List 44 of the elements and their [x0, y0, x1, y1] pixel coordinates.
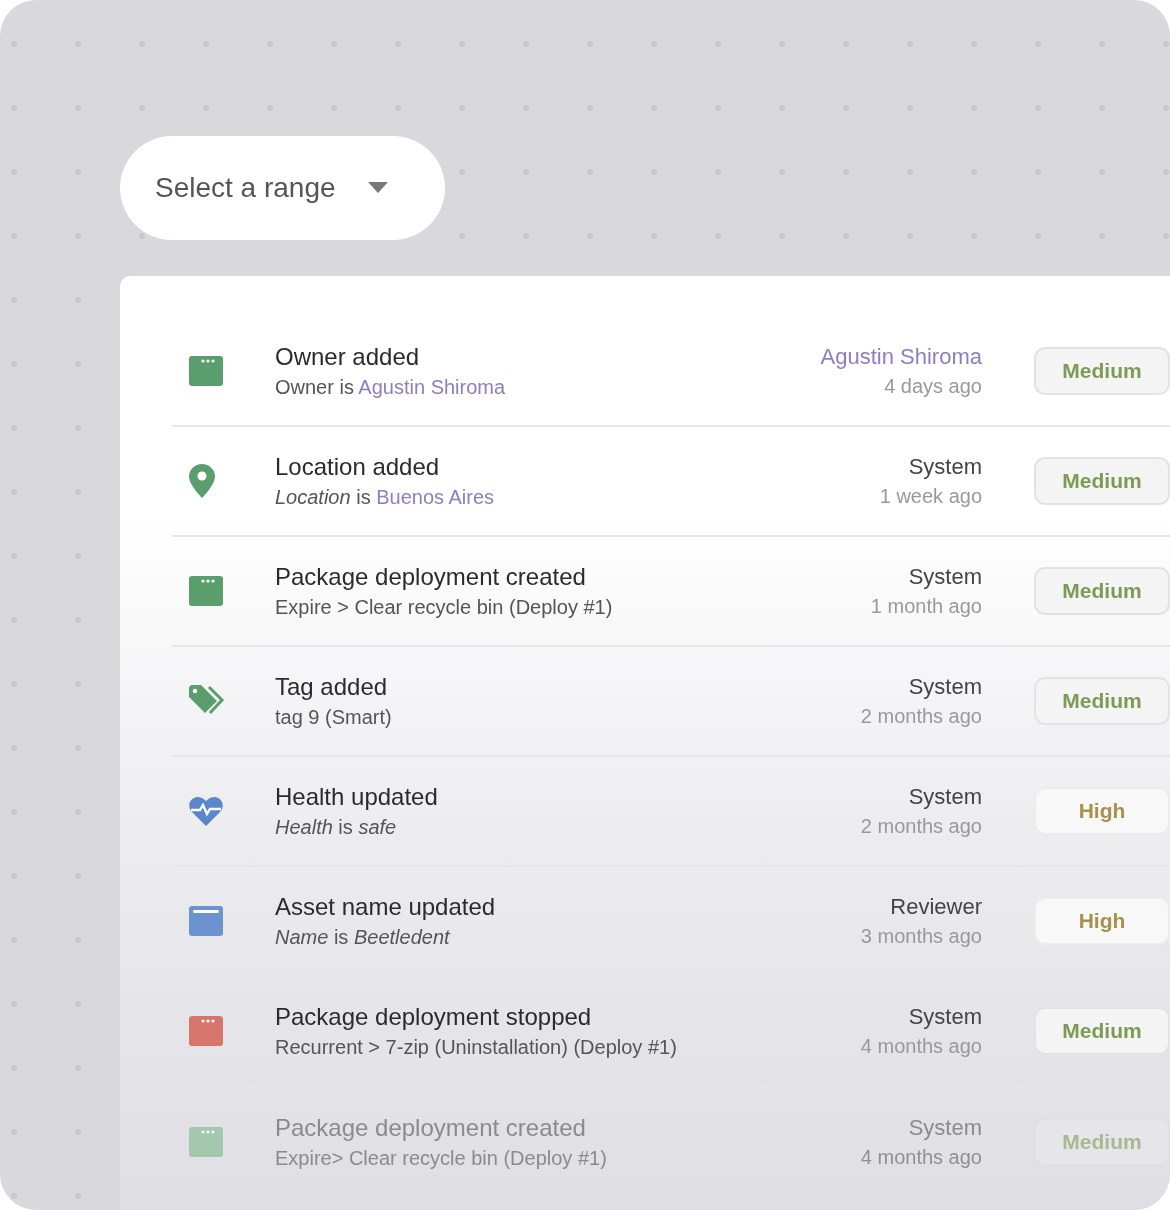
event-detail: Recurrent > 7-zip (Uninstallation) (Deploy #1) [275, 1035, 678, 1060]
priority-badge: Medium [1034, 1007, 1170, 1055]
priority-badge: Medium [1034, 347, 1170, 395]
priority-badge: Medium [1034, 567, 1170, 615]
priority-badge: High [1034, 787, 1170, 835]
priority-badge: Medium [1034, 457, 1170, 505]
event-time: 4 days ago [884, 374, 982, 399]
actor-link[interactable]: Agustin Shiroma [820, 343, 982, 371]
actor-name: System [908, 1003, 982, 1031]
actor-name: Reviewer [890, 893, 982, 921]
event-time: 4 months ago [860, 1145, 982, 1170]
event-title: Owner added [275, 342, 421, 372]
actor-name: System [908, 783, 982, 811]
actor-name: System [908, 1114, 982, 1142]
event-title: Package deployment created [275, 562, 587, 592]
actor-name: System [908, 563, 982, 591]
event-time: 1 month ago [870, 594, 982, 619]
event-detail: Expire > Clear recycle bin (Deploy #1) [275, 595, 614, 620]
event-time: 2 months ago [860, 704, 982, 729]
priority-badge: Medium [1034, 677, 1170, 725]
event-detail: tag 9 (Smart) [275, 705, 393, 730]
actor-name: System [908, 453, 982, 481]
event-time: 4 months ago [860, 1034, 982, 1059]
detail-link[interactable]: Agustin Shiroma [358, 376, 506, 398]
event-time: 2 months ago [860, 814, 982, 839]
event-detail: Location is Buenos Aires [275, 485, 496, 510]
event-detail: Owner is Agustin Shiroma [275, 375, 507, 400]
caret-icon [367, 182, 388, 194]
event-time: 3 months ago [860, 924, 982, 949]
event-title: Tag added [275, 672, 389, 702]
event-title: Asset name updated [275, 892, 497, 922]
event-time: 1 week ago [879, 484, 982, 509]
event-detail: Name is Beetledent [275, 925, 451, 950]
priority-badge: High [1034, 897, 1170, 945]
event-detail: Health is safe [275, 815, 398, 840]
event-title: Package deployment created [275, 1113, 587, 1143]
event-title: Health updated [275, 782, 439, 812]
priority-badge: Medium [1034, 1118, 1170, 1166]
event-title: Package deployment stopped [275, 1002, 593, 1032]
range-select[interactable]: Select a range [120, 136, 445, 240]
event-detail: Expire> Clear recycle bin (Deploy #1) [275, 1146, 608, 1171]
actor-name: System [908, 673, 982, 701]
event-title: Location added [275, 452, 441, 482]
detail-link[interactable]: Buenos Aires [376, 486, 495, 508]
